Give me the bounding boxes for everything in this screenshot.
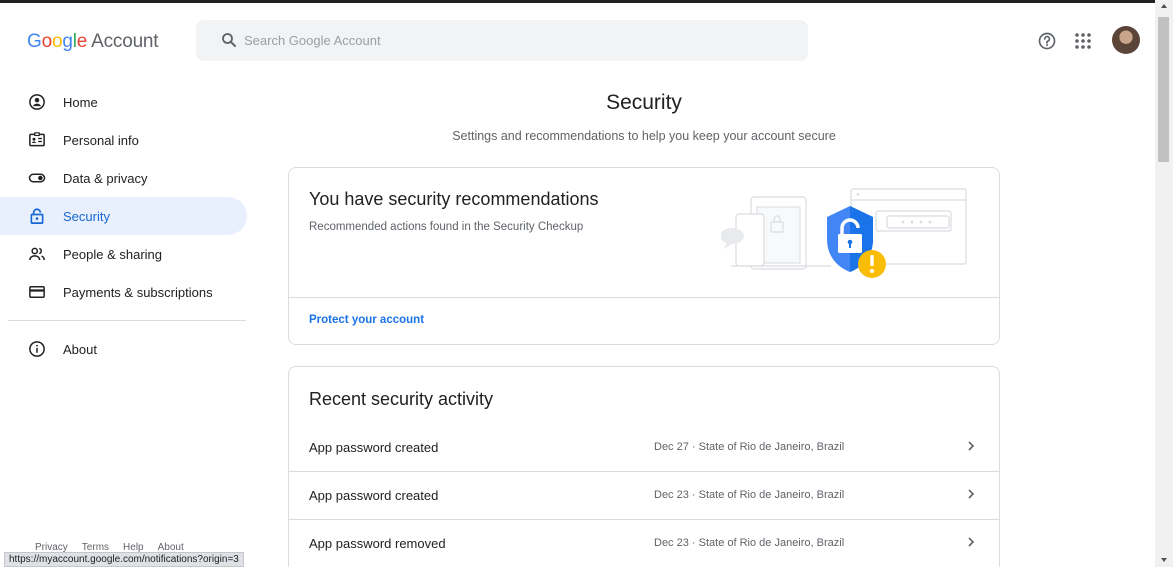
scrollbar-thumb[interactable] bbox=[1158, 17, 1169, 162]
sidebar-item-label: Security bbox=[63, 208, 110, 224]
protect-account-link[interactable]: Protect your account bbox=[309, 314, 424, 326]
sidebar-item-security[interactable]: Security bbox=[0, 197, 247, 235]
search-input[interactable] bbox=[244, 20, 784, 61]
home-icon bbox=[28, 93, 46, 111]
lock-icon bbox=[28, 207, 46, 225]
apps-grid-icon[interactable] bbox=[1072, 30, 1094, 52]
activity-event: App password created bbox=[309, 488, 439, 503]
sidebar-item-label: Data & privacy bbox=[63, 170, 148, 186]
sidebar-item-label: Personal info bbox=[63, 132, 139, 148]
sidebar-item-label: Home bbox=[63, 94, 98, 110]
avatar[interactable] bbox=[1112, 26, 1140, 54]
google-account-logo[interactable]: Google Account bbox=[27, 31, 159, 53]
card-divider bbox=[289, 297, 999, 298]
page-title: Security bbox=[606, 91, 682, 114]
recent-activity-title: Recent security activity bbox=[309, 389, 494, 409]
help-icon[interactable] bbox=[1036, 30, 1058, 52]
people-icon bbox=[28, 245, 46, 263]
activity-event: App password created bbox=[309, 440, 439, 455]
activity-date-location: Dec 27 · State of Rio de Janeiro, Brazil bbox=[654, 441, 845, 453]
search-bar[interactable] bbox=[196, 20, 808, 61]
recommendations-subtitle: Recommended actions found in the Securit… bbox=[309, 221, 584, 233]
activity-row[interactable]: App password created Dec 27 · State of R… bbox=[289, 424, 999, 472]
activity-row[interactable]: App password created Dec 23 · State of R… bbox=[289, 472, 999, 520]
sidebar: Home Personal info Data & privacy Securi… bbox=[0, 83, 256, 368]
sidebar-item-payments-subscriptions[interactable]: Payments & subscriptions bbox=[0, 273, 247, 311]
id-card-icon bbox=[28, 131, 46, 149]
chevron-right-icon bbox=[968, 489, 975, 499]
chevron-right-icon bbox=[968, 537, 975, 547]
security-recommendations-card: You have security recommendations Recomm… bbox=[288, 167, 1000, 345]
sidebar-item-label: People & sharing bbox=[63, 246, 163, 262]
page-subtitle: Settings and recommendations to help you… bbox=[452, 129, 836, 143]
sidebar-item-label: About bbox=[63, 341, 97, 357]
info-icon bbox=[28, 340, 46, 358]
security-shield-illustration bbox=[721, 188, 967, 278]
card-icon bbox=[28, 283, 46, 301]
activity-event: App password removed bbox=[309, 536, 446, 551]
status-bar-url: https://myaccount.google.com/notificatio… bbox=[4, 552, 244, 567]
sidebar-item-people-sharing[interactable]: People & sharing bbox=[0, 235, 247, 273]
header: Google Account bbox=[0, 3, 1155, 76]
sidebar-item-personal-info[interactable]: Personal info bbox=[0, 121, 247, 159]
logo-account-text: Account bbox=[91, 31, 159, 52]
recent-security-activity-card: Recent security activity App password cr… bbox=[288, 366, 1000, 567]
sidebar-item-data-privacy[interactable]: Data & privacy bbox=[0, 159, 247, 197]
sidebar-item-home[interactable]: Home bbox=[0, 83, 247, 121]
toggle-icon bbox=[28, 169, 46, 187]
search-icon[interactable] bbox=[220, 31, 238, 49]
sidebar-item-about[interactable]: About bbox=[0, 330, 247, 368]
activity-row[interactable]: App password removed Dec 23 · State of R… bbox=[289, 520, 999, 567]
scroll-down-arrow-icon[interactable] bbox=[1161, 558, 1167, 562]
sidebar-divider bbox=[8, 320, 246, 321]
sidebar-item-label: Payments & subscriptions bbox=[63, 284, 213, 300]
recommendations-title: You have security recommendations bbox=[309, 189, 599, 209]
activity-date-location: Dec 23 · State of Rio de Janeiro, Brazil bbox=[654, 489, 845, 501]
activity-date-location: Dec 23 · State of Rio de Janeiro, Brazil bbox=[654, 537, 845, 549]
chevron-right-icon bbox=[968, 441, 975, 451]
page-scrollbar[interactable] bbox=[1155, 0, 1173, 567]
scroll-up-arrow-icon[interactable] bbox=[1161, 4, 1167, 8]
